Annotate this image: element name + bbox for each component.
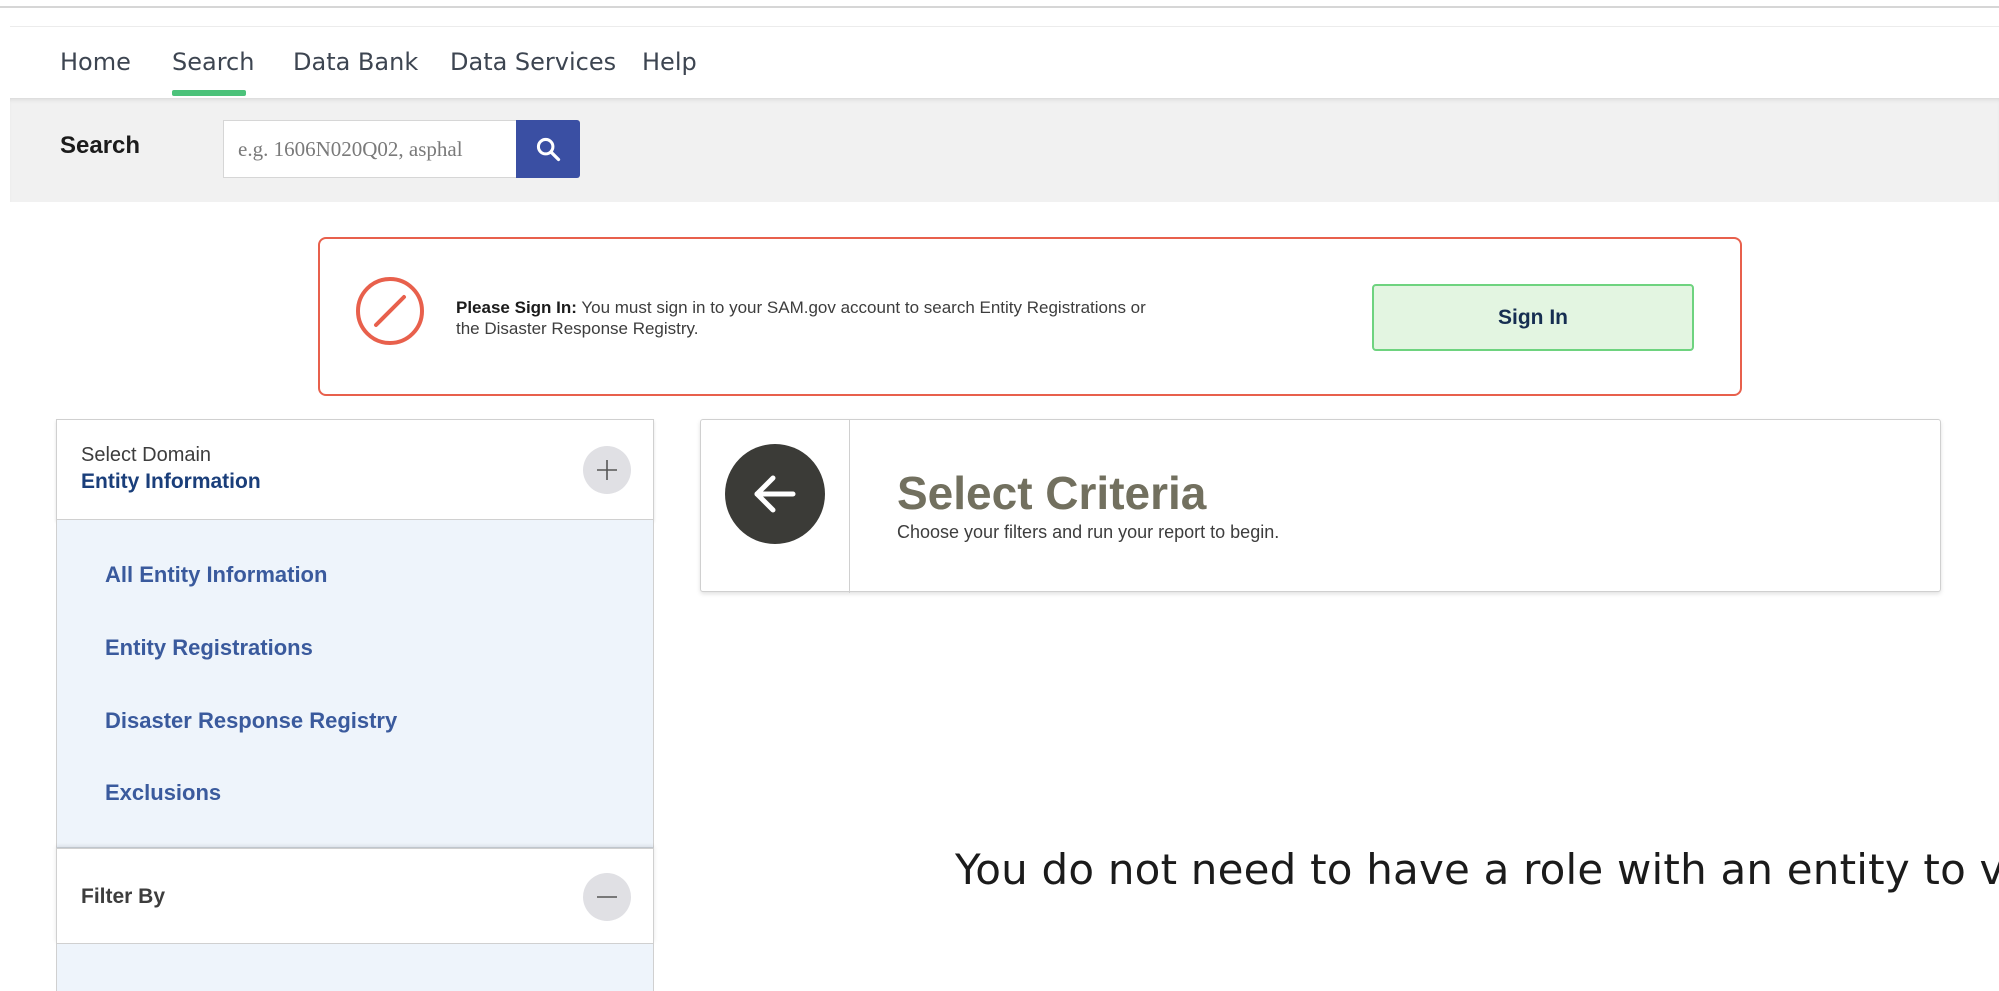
- back-button[interactable]: [725, 444, 825, 544]
- nav-data-services[interactable]: Data Services: [450, 48, 616, 76]
- nav-data-bank[interactable]: Data Bank: [293, 48, 418, 76]
- top-border: [0, 6, 1999, 8]
- prohibited-icon: [356, 277, 424, 345]
- minus-icon: [597, 896, 617, 898]
- criteria-subtitle: Choose your filters and run your report …: [897, 522, 1280, 542]
- sign-in-button[interactable]: Sign In: [1372, 284, 1694, 351]
- filter-body: [56, 944, 654, 991]
- alert-message-line2: the Disaster Response Registry.: [456, 319, 699, 338]
- domain-item-disaster-response-registry[interactable]: Disaster Response Registry: [105, 708, 397, 734]
- nav-home[interactable]: Home: [60, 48, 131, 76]
- plus-icon: [597, 460, 617, 480]
- domain-item-exclusions[interactable]: Exclusions: [105, 780, 221, 806]
- nav-active-indicator: [172, 90, 246, 96]
- domain-item-entity-registrations[interactable]: Entity Registrations: [105, 635, 313, 661]
- top-border-secondary: [10, 26, 1999, 27]
- alert-message: Please Sign In: You must sign in to your…: [456, 297, 1176, 339]
- filter-by-label: Filter By: [81, 885, 166, 908]
- alert-message-line1: You must sign in to your SAM.gov account…: [581, 298, 1146, 317]
- nav-help[interactable]: Help: [642, 48, 697, 76]
- domain-item-all-entity-information[interactable]: All Entity Information: [105, 562, 327, 588]
- domain-list: All Entity Information Entity Registrati…: [56, 520, 654, 848]
- search-input[interactable]: [223, 120, 527, 178]
- main-nav: Home Search Data Bank Data Services Help: [10, 28, 1999, 98]
- select-domain-label: Select Domain: [81, 444, 212, 466]
- alert-title: Please Sign In:: [456, 298, 577, 317]
- selected-domain: Entity Information: [81, 470, 261, 493]
- search-bar: Search: [10, 98, 1999, 202]
- select-domain-header[interactable]: Select Domain Entity Information: [56, 419, 654, 520]
- arrow-left-icon: [754, 475, 796, 513]
- select-criteria-card: Select Criteria Choose your filters and …: [700, 419, 1941, 593]
- filter-by-header[interactable]: Filter By: [56, 848, 654, 944]
- search-label: Search: [60, 132, 141, 159]
- filter-collapse-button[interactable]: [583, 873, 631, 921]
- sign-in-alert: Please Sign In: You must sign in to your…: [318, 237, 1742, 396]
- nav-search[interactable]: Search: [172, 48, 254, 76]
- criteria-divider: [849, 420, 850, 593]
- search-button[interactable]: [516, 120, 580, 178]
- domain-expand-button[interactable]: [583, 446, 631, 494]
- criteria-title: Select Criteria: [897, 467, 1207, 519]
- search-icon: [536, 137, 561, 162]
- overlay-caption: You do not need to have a role with an e…: [955, 845, 1999, 894]
